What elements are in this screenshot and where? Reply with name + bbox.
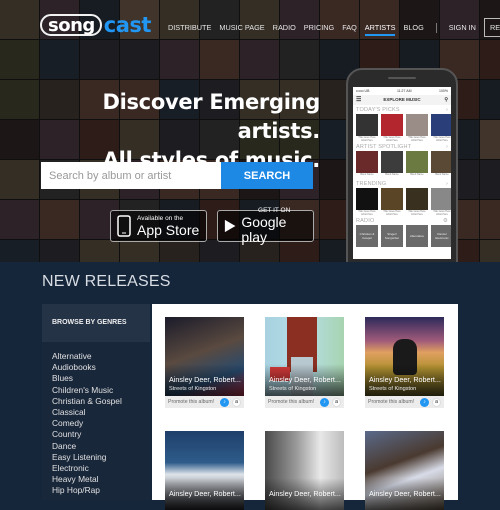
new-releases-title: NEW RELEASES [42,273,171,290]
google-play-button[interactable]: GET IT ON Google play [217,207,314,245]
promote-link[interactable]: Promote this album! [268,399,317,405]
phone-mockup: •••oo UB 11:27 AM 100% ☰ EXPLORE MUSIC ⚲… [346,68,458,262]
phone-app-bar: ☰ EXPLORE MUSIC ⚲ [353,95,451,105]
album-art[interactable]: Ainsley Deer, Robert... [265,431,344,510]
amazon-icon[interactable]: a [232,397,241,407]
release-card[interactable]: Ainsley Deer, Robert... Streets of Kings… [365,317,444,408]
album-art[interactable]: Ainsley Deer, Robert... [365,431,444,510]
search-icon: ⚲ [444,97,448,103]
genre-link[interactable]: Audiobooks [52,362,140,373]
spotlight-row: Band Name Band Name Band Name Band Name [353,151,451,179]
phone-speaker [388,77,416,79]
nav-blog[interactable]: BLOG [403,23,423,32]
genre-link[interactable]: Blues [52,373,140,384]
phone-app-title: EXPLORE MUSIC [383,97,421,102]
picks-row: Title Goes Here Artist Here Title Goes H… [353,114,451,142]
share-icon[interactable]: ♪ [320,397,329,407]
genre-link[interactable]: Alternative [52,351,140,362]
app-store-big-text: App Store [137,221,200,238]
genre-link[interactable]: Hip Hop/Rap [52,485,140,496]
nav-artists[interactable]: ARTISTS [364,23,395,36]
genre-sidebar: BROWSE BY GENRES Alternative Audiobooks … [42,304,150,500]
card-album: Streets of Kingston [269,386,317,392]
release-card[interactable]: Ainsley Deer, Robert... [265,431,344,510]
card-album: Streets of Kingston [369,386,417,392]
album-art[interactable]: Ainsley Deer, Robert... Streets of Kings… [365,317,444,396]
phone-screen: •••oo UB 11:27 AM 100% ☰ EXPLORE MUSIC ⚲… [353,87,451,259]
release-card[interactable]: Ainsley Deer, Robert... [365,431,444,510]
main-nav: DISTRIBUTE MUSIC PAGE RADIO PRICING FAQ … [168,18,500,37]
trending-row: Title Goes Here Artist Here Title Goes H… [353,188,451,216]
headline-line-1: Discover Emerging artists. [102,90,320,143]
card-artist: Ainsley Deer, Robert... [369,375,441,384]
genre-link[interactable]: Children's Music [52,385,140,396]
register-button[interactable]: REGISTER [483,18,500,37]
phone-section-spotlight: ARTIST SPOTLIGHT › [356,144,448,150]
hamburger-icon: ☰ [356,97,362,103]
play-icon [224,219,236,233]
card-artist: Ainsley Deer, Robert... [269,375,341,384]
phone-status-bar: •••oo UB 11:27 AM 100% [353,87,451,95]
share-icon[interactable]: ♪ [220,397,229,407]
album-art[interactable]: Ainsley Deer, Robert... Streets of Kings… [165,317,244,396]
search-bar: SEARCH [41,162,313,189]
card-album: Streets of Kingston [169,386,217,392]
amazon-icon[interactable]: a [432,397,441,407]
release-grid: Ainsley Deer, Robert... Streets of Kings… [152,304,458,510]
phone-section-picks: TODAY'S PICKS › [356,107,448,113]
nav-distribute[interactable]: DISTRIBUTE [168,23,211,32]
card-artist: Ainsley Deer, Robert... [269,489,341,498]
logo-cast: cast [103,13,152,37]
google-big-text: Google play [241,214,287,245]
sign-in-link[interactable]: SIGN IN [449,23,476,32]
radio-station: Singer/ Songwriter [381,225,403,247]
card-artist: Ainsley Deer, Robert... [369,489,441,498]
genre-link[interactable]: Electronic [52,463,140,474]
promote-link[interactable]: Promote this album! [168,399,217,405]
app-store-button[interactable]: Available on the App Store [110,210,207,242]
nav-radio[interactable]: RADIO [273,23,296,32]
genre-link[interactable]: Easy Listening [52,452,140,463]
card-artist: Ainsley Deer, Robert... [169,489,241,498]
share-icon[interactable]: ♪ [420,397,429,407]
radio-row: Christian & Gospel Singer/ Songwriter Al… [353,225,451,247]
search-button[interactable]: SEARCH [221,162,313,189]
release-card[interactable]: Ainsley Deer, Robert... Streets of Kings… [265,317,344,408]
release-card[interactable]: Ainsley Deer, Robert... Streets of Kings… [165,317,244,408]
radio-station: Christian & Gospel [356,225,378,247]
genre-link[interactable]: Classical [52,407,140,418]
nav-music-page[interactable]: MUSIC PAGE [219,23,264,32]
genre-link[interactable]: Heavy Metal [52,474,140,485]
nav-pricing[interactable]: PRICING [304,23,334,32]
genre-link[interactable]: Christian & Gospel [52,396,140,407]
album-art[interactable]: Ainsley Deer, Robert... Streets of Kings… [265,317,344,396]
genre-list: Alternative Audiobooks Blues Children's … [42,342,150,497]
promo-bar: Promote this album! ♪ a [365,396,444,408]
amazon-icon[interactable]: a [332,397,341,407]
card-artist: Ainsley Deer, Robert... [169,375,241,384]
nav-divider [435,22,437,33]
promo-bar: Promote this album! ♪ a [265,396,344,408]
promo-bar: Promote this album! ♪ a [165,396,244,408]
genre-link[interactable]: Dance [52,441,140,452]
logo-song: song [40,14,102,36]
phone-section-trending: TRENDING › [356,181,448,187]
radio-station: Dance/ Electronic [431,225,451,247]
radio-station: Alternative [406,225,428,247]
release-card[interactable]: Ainsley Deer, Robert... [165,431,244,510]
album-art[interactable]: Ainsley Deer, Robert... [165,431,244,510]
nav-faq[interactable]: FAQ [342,23,357,32]
genre-link[interactable]: Comedy [52,418,140,429]
browse-genres-heading: BROWSE BY GENRES [42,304,150,342]
songcast-logo[interactable]: song cast [40,12,151,38]
phone-section-radio: RADIO ⚙ [356,218,448,224]
hero-section: song cast DISTRIBUTE MUSIC PAGE RADIO PR… [0,0,500,262]
search-input[interactable] [41,162,221,189]
phone-icon [117,215,131,237]
promote-link[interactable]: Promote this album! [368,399,417,405]
genre-link[interactable]: Country [52,429,140,440]
